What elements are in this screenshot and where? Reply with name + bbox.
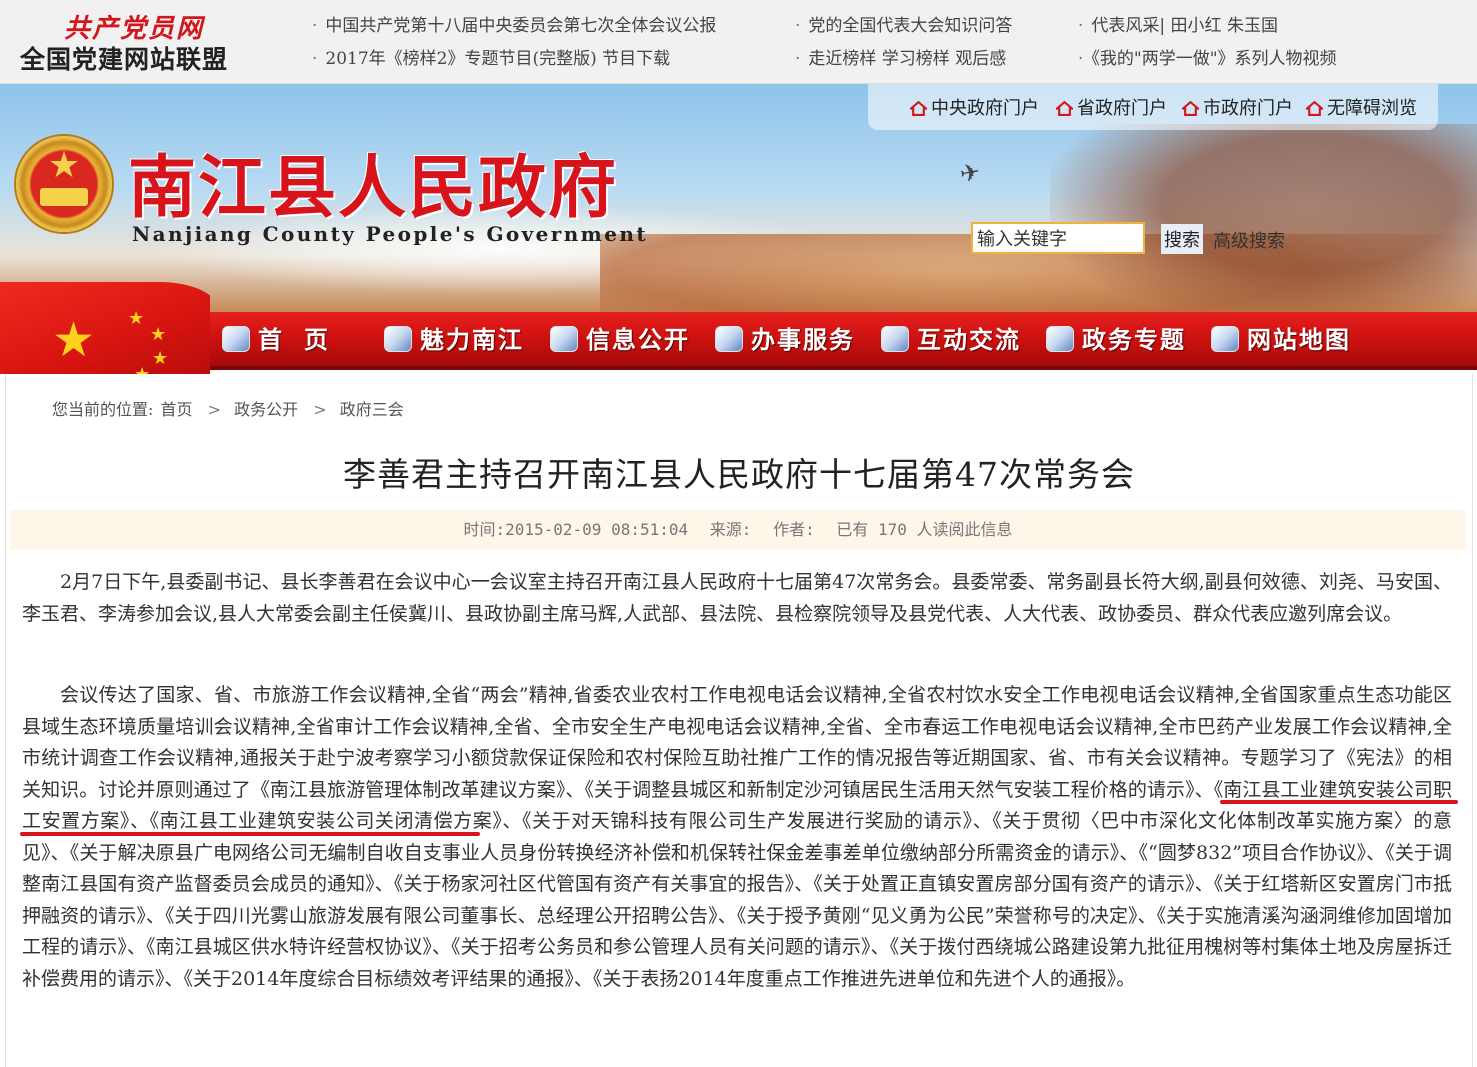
nav-label: 魅力南江 bbox=[420, 326, 524, 354]
nav-info-disclosure[interactable]: 信息公开 bbox=[550, 320, 690, 362]
alliance-name: 全国党建网站联盟 bbox=[20, 45, 229, 74]
breadcrumb-separator: > bbox=[313, 400, 327, 419]
home-icon bbox=[222, 326, 250, 352]
news-links-col1: 中国共产党第十八届中央委员会第七次全体会议公报 2017年《榜样2》专题节目(完… bbox=[312, 10, 716, 76]
news-link[interactable]: 走近榜样 学习榜样 观后感 bbox=[795, 43, 1012, 76]
search-button[interactable]: 搜索 bbox=[1161, 224, 1203, 254]
site-banner: 中央政府门户 省政府门户 市政府门户 无障碍浏览 ★ 南江县人民政府 Nanji… bbox=[0, 84, 1477, 312]
portal-link-accessibility[interactable]: 无障碍浏览 bbox=[1306, 94, 1417, 120]
nav-label: 政务专题 bbox=[1082, 326, 1186, 354]
article-container: 您当前的位置: 首页 > 政务公开 > 政府三会 李善君主持召开南江县人民政府十… bbox=[5, 374, 1473, 1067]
notepad-icon bbox=[550, 326, 578, 352]
home-icon bbox=[1182, 101, 1199, 116]
main-nav: ★ ★ ★ ★ ★ 首页 魅力南江 信息公开 办事服务 互动交流 政务专题 网站… bbox=[0, 282, 1477, 374]
news-link[interactable]: 代表风采| 田小红 朱玉国 bbox=[1078, 10, 1337, 43]
site-title: 南江县人民政府 bbox=[128, 149, 619, 228]
news-link[interactable]: 《我的"两学一做"》系列人物视频 bbox=[1078, 43, 1336, 76]
highlight-underline bbox=[1220, 800, 1458, 804]
nav-label: 网站地图 bbox=[1247, 326, 1351, 354]
search-input[interactable] bbox=[971, 222, 1145, 254]
alliance-bar: 共产党员网 全国党建网站联盟 中国共产党第十八届中央委员会第七次全体会议公报 2… bbox=[0, 0, 1477, 84]
news-links-col2: 党的全国代表大会知识问答 走近榜样 学习榜样 观后感 bbox=[795, 10, 1012, 76]
highlight-underline bbox=[20, 832, 480, 836]
breadcrumb: 您当前的位置: 首页 > 政务公开 > 政府三会 bbox=[52, 396, 406, 420]
meta-views: 已有 170 人读阅此信息 bbox=[836, 520, 1013, 539]
site-subtitle: Nanjiang County People's Government bbox=[132, 222, 648, 246]
nav-home[interactable]: 首页 bbox=[222, 320, 350, 362]
breadcrumb-separator: > bbox=[207, 400, 222, 419]
nav-sitemap[interactable]: 网站地图 bbox=[1211, 320, 1351, 362]
breadcrumb-item[interactable]: 政府三会 bbox=[340, 400, 404, 419]
breadcrumb-item[interactable]: 首页 bbox=[161, 400, 193, 419]
meta-time: 时间:2015-02-09 08:51:04 bbox=[463, 520, 689, 539]
user-globe-icon bbox=[1046, 326, 1074, 352]
people-icon bbox=[881, 326, 909, 352]
nav-label: 信息公开 bbox=[586, 326, 690, 354]
house-icon bbox=[384, 326, 412, 352]
breadcrumb-item[interactable]: 政务公开 bbox=[234, 400, 298, 419]
portal-link-label: 中央政府门户 bbox=[931, 98, 1039, 119]
news-link[interactable]: 2017年《榜样2》专题节目(完整版) 节目下载 bbox=[312, 43, 716, 76]
person-icon bbox=[715, 326, 743, 352]
nav-interaction[interactable]: 互动交流 bbox=[881, 320, 1021, 362]
portal-link-label: 无障碍浏览 bbox=[1327, 98, 1417, 119]
nav-services[interactable]: 办事服务 bbox=[715, 320, 855, 362]
article-meta: 时间:2015-02-09 08:51:04 来源: 作者: 已有 170 人读… bbox=[10, 510, 1466, 550]
alliance-logo[interactable]: 共产党员网 全国党建网站联盟 bbox=[20, 8, 260, 78]
red-flag-icon: ★ ★ ★ ★ ★ bbox=[0, 274, 210, 374]
airplane-icon: ✈ bbox=[957, 157, 983, 189]
nav-charm-nanjiang[interactable]: 魅力南江 bbox=[384, 320, 524, 362]
meta-author: 作者: bbox=[773, 520, 815, 539]
nav-special-topics[interactable]: 政务专题 bbox=[1046, 320, 1186, 362]
national-emblem-icon: ★ bbox=[16, 136, 112, 232]
nav-label: 首页 bbox=[258, 326, 350, 354]
banner-mountain bbox=[1050, 124, 1477, 312]
nav-label: 互动交流 bbox=[917, 326, 1021, 354]
portal-link-label: 市政府门户 bbox=[1203, 98, 1293, 119]
news-link[interactable]: 中国共产党第十八届中央委员会第七次全体会议公报 bbox=[312, 10, 716, 43]
breadcrumb-prefix: 您当前的位置: bbox=[52, 400, 154, 419]
portal-link-central[interactable]: 中央政府门户 bbox=[910, 94, 1039, 120]
portal-link-city[interactable]: 市政府门户 bbox=[1182, 94, 1293, 120]
article-paragraph: 会议传达了国家、省、市旅游工作会议精神,全省“两会”精神,省委农业农村工作电视电… bbox=[22, 684, 1452, 990]
portal-link-label: 省政府门户 bbox=[1077, 98, 1167, 119]
notepad-icon bbox=[1211, 326, 1239, 352]
article-paragraph: 2月7日下午,县委副书记、县长李善君在会议中心一会议室主持召开南江县人民政府十七… bbox=[22, 571, 1452, 625]
meta-source: 来源: bbox=[709, 520, 752, 539]
advanced-search-link[interactable]: 高级搜索 bbox=[1213, 227, 1285, 253]
portal-bar: 中央政府门户 省政府门户 市政府门户 无障碍浏览 bbox=[868, 84, 1438, 130]
portal-link-province[interactable]: 省政府门户 bbox=[1056, 94, 1167, 120]
article-title: 李善君主持召开南江县人民政府十七届第47次常务会 bbox=[343, 455, 1135, 494]
home-icon bbox=[910, 101, 927, 116]
news-link[interactable]: 党的全国代表大会知识问答 bbox=[795, 10, 1012, 43]
home-icon bbox=[1056, 101, 1073, 116]
nav-label: 办事服务 bbox=[751, 326, 855, 354]
home-icon bbox=[1306, 101, 1323, 116]
news-links-col3: 代表风采| 田小红 朱玉国 《我的"两学一做"》系列人物视频 bbox=[1078, 10, 1337, 76]
